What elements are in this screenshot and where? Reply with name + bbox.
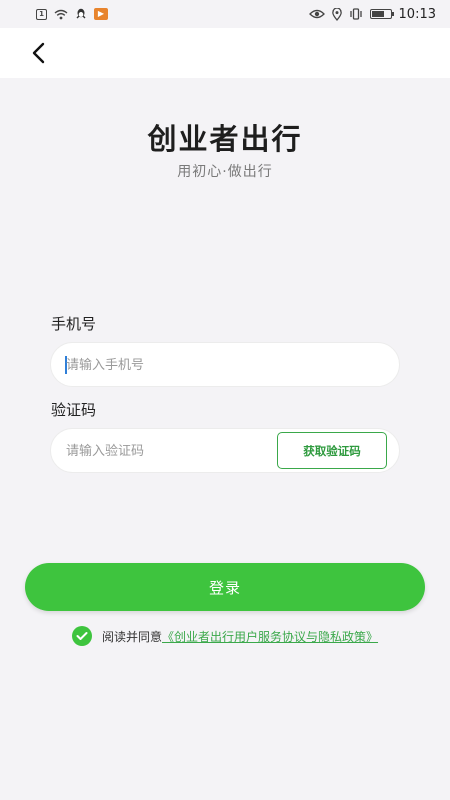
battery-icon bbox=[369, 9, 394, 19]
sim-icon: 1 bbox=[36, 8, 47, 20]
wifi-icon bbox=[54, 9, 68, 20]
chevron-left-icon bbox=[32, 42, 45, 64]
app-title: 创业者出行 bbox=[147, 122, 303, 156]
app-slogan: 用初心·做出行 bbox=[177, 164, 273, 180]
code-input[interactable] bbox=[66, 429, 266, 474]
phone-input[interactable] bbox=[66, 343, 386, 388]
agreement-row: 阅读并同意 《创业者出行用户服务协议与隐私政策》 bbox=[72, 625, 378, 647]
agreement-link[interactable]: 《创业者出行用户服务协议与隐私政策》 bbox=[162, 628, 378, 645]
agree-text: 阅读并同意 bbox=[102, 629, 163, 644]
status-time: 10:13 bbox=[398, 6, 436, 22]
location-icon bbox=[331, 7, 342, 21]
login-button[interactable]: 登录 bbox=[25, 563, 425, 611]
code-label: 验证码 bbox=[51, 401, 97, 419]
back-button[interactable] bbox=[22, 38, 56, 68]
phone-input-box[interactable] bbox=[50, 342, 400, 388]
eye-icon bbox=[308, 9, 325, 19]
qq-icon bbox=[75, 8, 87, 20]
app-notification-icon: ▶ bbox=[94, 8, 108, 20]
checkmark-icon bbox=[76, 632, 88, 640]
status-left-icons: 1 ▶ bbox=[36, 8, 108, 20]
nav-bar bbox=[0, 28, 450, 78]
agree-checkbox[interactable] bbox=[72, 626, 92, 646]
status-bar: 1 ▶ 10:13 bbox=[0, 0, 450, 28]
get-code-button[interactable]: 获取验证码 bbox=[277, 432, 387, 469]
vibrate-icon bbox=[349, 8, 363, 20]
code-input-box[interactable]: 获取验证码 bbox=[50, 428, 400, 474]
phone-label: 手机号 bbox=[51, 315, 97, 333]
status-right-icons: 10:13 bbox=[308, 6, 436, 22]
